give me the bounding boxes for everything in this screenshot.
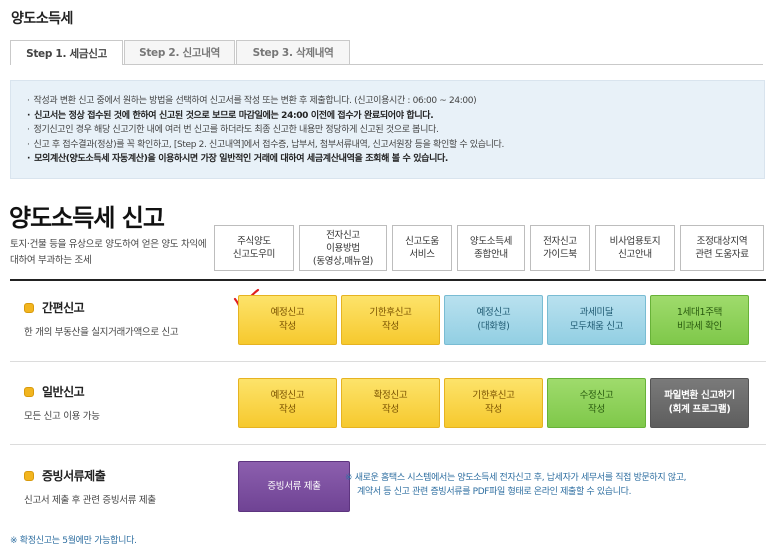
step-tabs: Step 1. 세금신고 Step 2. 신고내역 Step 3. 삭제내역 <box>10 40 351 65</box>
notice-line: 모의계산(양도소득세 자동계산)을 이용하시면 가장 일반적인 거래에 대하여 … <box>27 152 764 167</box>
proof-docs-desc: 신고서 제출 후 관련 증빙서류 제출 <box>24 495 156 506</box>
proof-docs-note: ※ 새로운 홈택스 시스템에서는 양도소득세 전자신고 후, 납세자가 세무서를… <box>345 471 687 499</box>
section-title: 양도소득세 신고 <box>9 204 165 232</box>
simple-preliminary-return-button[interactable]: 예정신고 작성 <box>238 295 337 345</box>
proof-note-line: ※ 새로운 홈택스 시스템에서는 양도소득세 전자신고 후, 납세자가 세무서를… <box>345 473 687 483</box>
proof-docs-title: 증빙서류제출 <box>42 469 106 483</box>
below-threshold-prefilled-button[interactable]: 과세미달 모두채움 신고 <box>547 295 646 345</box>
proof-note-line: 계약서 등 신고 관련 증빙서류를 PDF파일 형태로 온라인 제출할 수 있습… <box>357 487 632 497</box>
bullet-icon <box>24 386 34 397</box>
notice-box: 작성과 변환 신고 중에서 원하는 방법을 선택하여 신고서를 작성 또는 변환… <box>10 80 765 179</box>
row-divider <box>10 361 766 362</box>
quick-button-bar: 주식양도 신고도우미 전자신고 이용방법 (동영상,매뉴얼) 신고도움 서비스 … <box>214 225 764 271</box>
filing-help-service-button[interactable]: 신고도움 서비스 <box>392 225 452 271</box>
section-rule <box>10 279 766 281</box>
tab-step3[interactable]: Step 3. 삭제내역 <box>236 40 350 64</box>
simple-late-return-button[interactable]: 기한후신고 작성 <box>341 295 440 345</box>
tab-step1[interactable]: Step 1. 세금신고 <box>10 40 123 65</box>
regulated-area-help-button[interactable]: 조정대상지역 관련 도움자료 <box>680 225 764 271</box>
notice-line: 신고서는 정상 접수된 것에 한하여 신고된 것으로 보므로 마감일에는 24:… <box>27 109 764 124</box>
notice-line: 정기신고인 경우 해당 신고기한 내에 여러 번 신고를 하더라도 최종 신고한… <box>27 123 764 138</box>
simple-filing-title: 간편신고 <box>42 301 85 315</box>
general-preliminary-return-button[interactable]: 예정신고 작성 <box>238 378 337 428</box>
e-filing-guidebook-button[interactable]: 전자신고 가이드북 <box>530 225 590 271</box>
simple-filing-label: 간편신고 한 개의 부동산을 실지거래가액으로 신고 <box>24 299 179 338</box>
general-filing-title: 일반신고 <box>42 385 85 399</box>
amended-return-button[interactable]: 수정신고 작성 <box>547 378 646 428</box>
file-conversion-return-button[interactable]: 파일변환 신고하기 (회계 프로그램) <box>650 378 749 428</box>
non-business-land-guide-button[interactable]: 비사업용토지 신고안내 <box>595 225 675 271</box>
row-divider <box>10 444 766 445</box>
general-filing-label: 일반신고 모든 신고 이용 가능 <box>24 383 100 422</box>
general-filing-desc: 모든 신고 이용 가능 <box>24 411 100 422</box>
proof-docs-label: 증빙서류제출 신고서 제출 후 관련 증빙서류 제출 <box>24 467 156 506</box>
stock-transfer-helper-button[interactable]: 주식양도 신고도우미 <box>214 225 294 271</box>
cgt-overview-button[interactable]: 양도소득세 종합안내 <box>457 225 525 271</box>
notice-line: 작성과 변환 신고 중에서 원하는 방법을 선택하여 신고서를 작성 또는 변환… <box>27 94 764 109</box>
footnote: ※ 확정신고는 5월에만 가능합니다. <box>10 536 137 546</box>
section-desc: 토지·건물 등을 유상으로 양도하여 얻은 양도 차익에 대하여 부과하는 조세 <box>10 239 207 266</box>
page-title: 양도소득세 <box>11 11 73 27</box>
submit-proof-docs-button[interactable]: 증빙서류 제출 <box>238 461 350 512</box>
notice-line: 신고 후 접수결과(정상)를 꼭 확인하고, [Step 2. 신고내역]에서 … <box>27 138 764 153</box>
e-filing-guide-button[interactable]: 전자신고 이용방법 (동영상,매뉴얼) <box>299 225 387 271</box>
bullet-icon <box>24 302 34 313</box>
tab-step2[interactable]: Step 2. 신고내역 <box>124 40 235 64</box>
one-house-exemption-check-button[interactable]: 1세대1주택 비과세 확인 <box>650 295 749 345</box>
general-late-return-button[interactable]: 기한후신고 작성 <box>444 378 543 428</box>
general-final-return-button[interactable]: 확정신고 작성 <box>341 378 440 428</box>
simple-filing-desc: 한 개의 부동산을 실지거래가액으로 신고 <box>24 327 179 338</box>
simple-interactive-return-button[interactable]: 예정신고 (대화형) <box>444 295 543 345</box>
bullet-icon <box>24 470 34 481</box>
